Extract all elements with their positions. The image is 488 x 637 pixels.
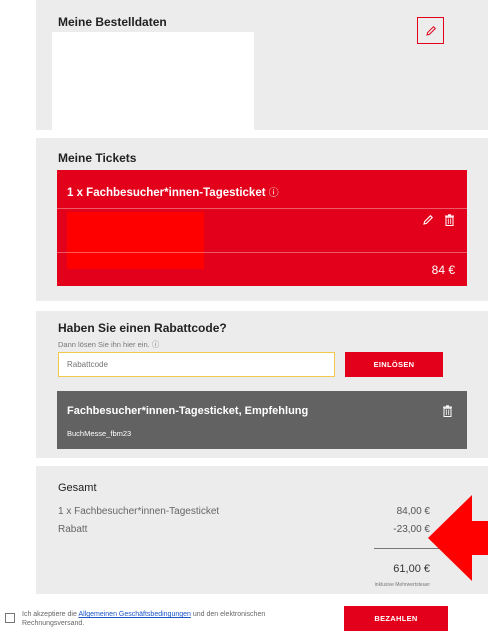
ticket-divider (57, 252, 467, 253)
pencil-icon[interactable] (422, 214, 434, 226)
redacted-area (67, 212, 204, 269)
order-data-panel: Meine Bestelldaten (36, 0, 488, 130)
ticket-name: 1 x Fachbesucher*innen-Tagesticket (67, 187, 266, 199)
discount-subtitle: Dann lösen Sie ihn hier ein. ⓘ (58, 340, 160, 349)
redeem-button[interactable]: EINLÖSEN (345, 352, 443, 377)
pencil-icon (425, 25, 436, 36)
discount-panel: Haben Sie einen Rabattcode? Dann lösen S… (36, 311, 488, 458)
annotation-arrow-icon (428, 495, 488, 581)
discount-code-input[interactable] (58, 352, 335, 377)
trash-icon[interactable] (444, 214, 455, 226)
order-data-content (52, 32, 254, 130)
terms-link[interactable]: Allgemeinen Geschäftsbedingungen (78, 611, 190, 618)
tickets-title: Meine Tickets (58, 151, 137, 165)
info-icon[interactable]: ⓘ (269, 188, 279, 199)
trash-icon[interactable] (442, 405, 453, 417)
total-panel: Gesamt 1 x Fachbesucher*innen-Tagesticke… (36, 466, 488, 594)
line-item-value: 84,00 € (396, 506, 430, 517)
discount-title: Haben Sie einen Rabattcode? (58, 321, 227, 335)
edit-order-button[interactable] (417, 17, 444, 44)
ticket-price: 84 € (431, 263, 455, 277)
terms-prefix: Ich akzeptiere die (22, 611, 79, 618)
order-data-title: Meine Bestelldaten (58, 15, 167, 29)
total-title: Gesamt (58, 482, 97, 494)
ticket-card: 1 x Fachbesucher*innen-Tagesticket ⓘ 84 € (57, 170, 467, 286)
pay-button[interactable]: BEZAHLEN (344, 606, 448, 631)
ticket-divider (57, 208, 467, 209)
coupon-title: Fachbesucher*innen-Tagesticket, Empfehlu… (67, 405, 309, 417)
tax-note: inklusive Mehrwertsteuer (374, 582, 430, 588)
ticket-actions (422, 214, 455, 226)
line-item-label: 1 x Fachbesucher*innen-Tagesticket (58, 506, 220, 517)
tickets-panel: Meine Tickets 1 x Fachbesucher*innen-Tag… (36, 138, 488, 301)
discount-label: Rabatt (58, 524, 88, 535)
ticket-heading: 1 x Fachbesucher*innen-Tagesticket ⓘ (67, 184, 279, 199)
applied-coupon-card: Fachbesucher*innen-Tagesticket, Empfehlu… (57, 391, 467, 449)
grand-total: 61,00 € (393, 563, 430, 575)
coupon-code: BuchMesse_fbm23 (67, 429, 132, 438)
terms-checkbox[interactable] (5, 613, 15, 623)
terms-text: Ich akzeptiere die Allgemeinen Geschäfts… (22, 610, 307, 628)
discount-value: -23,00 € (393, 524, 430, 535)
